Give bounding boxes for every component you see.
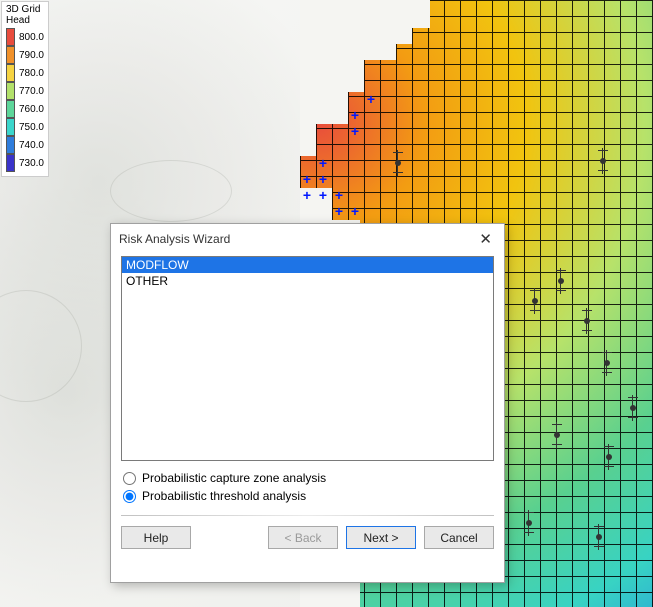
well-marker xyxy=(554,432,560,438)
legend-value: 740.0 xyxy=(19,140,44,151)
well-marker xyxy=(558,278,564,284)
boundary-plus-icon: + xyxy=(350,126,360,136)
legend-title: 3D Grid Head xyxy=(6,4,44,26)
next-button[interactable]: Next > xyxy=(346,526,416,549)
legend-row: 740.0 xyxy=(6,136,44,154)
well-marker xyxy=(606,454,612,460)
legend-value: 750.0 xyxy=(19,122,44,133)
dialog-title: Risk Analysis Wizard xyxy=(119,232,230,246)
legend-row: 730.0 xyxy=(6,154,44,172)
analysis-type-radiogroup: Probabilistic capture zone analysis Prob… xyxy=(123,471,492,503)
model-listbox[interactable]: MODFLOWOTHER xyxy=(121,256,494,461)
legend-value: 800.0 xyxy=(19,32,44,43)
separator xyxy=(121,515,494,516)
well-marker xyxy=(395,160,401,166)
help-button[interactable]: Help xyxy=(121,526,191,549)
well-marker xyxy=(532,298,538,304)
boundary-plus-icon: + xyxy=(318,174,328,184)
boundary-plus-icon: + xyxy=(334,190,344,200)
legend-swatch xyxy=(6,154,15,172)
boundary-plus-icon: + xyxy=(366,94,376,104)
legend-row: 800.0 xyxy=(6,28,44,46)
legend-swatch xyxy=(6,82,15,100)
risk-analysis-wizard-dialog: Risk Analysis Wizard ✕ MODFLOWOTHER Prob… xyxy=(110,223,505,583)
boundary-plus-icon: + xyxy=(334,206,344,216)
close-icon: ✕ xyxy=(479,231,492,248)
legend-row: 770.0 xyxy=(6,82,44,100)
legend-swatch xyxy=(6,28,15,46)
boundary-plus-icon: + xyxy=(350,206,360,216)
radio-threshold-input[interactable] xyxy=(123,490,136,503)
boundary-plus-icon: + xyxy=(302,190,312,200)
legend-swatch xyxy=(6,46,15,64)
radio-threshold-label: Probabilistic threshold analysis xyxy=(142,489,306,503)
well-marker xyxy=(596,534,602,540)
radio-capture-zone-label: Probabilistic capture zone analysis xyxy=(142,471,326,485)
boundary-plus-icon: + xyxy=(302,174,312,184)
listbox-option[interactable]: OTHER xyxy=(122,273,493,289)
back-button[interactable]: < Back xyxy=(268,526,338,549)
legend-value: 790.0 xyxy=(19,50,44,61)
radio-capture-zone-input[interactable] xyxy=(123,472,136,485)
well-marker xyxy=(604,360,610,366)
well-marker xyxy=(600,158,606,164)
legend-row: 780.0 xyxy=(6,64,44,82)
legend-swatch xyxy=(6,118,15,136)
well-marker xyxy=(526,520,532,526)
boundary-plus-icon: + xyxy=(318,158,328,168)
legend-value: 780.0 xyxy=(19,68,44,79)
radio-capture-zone[interactable]: Probabilistic capture zone analysis xyxy=(123,471,492,485)
legend-swatch xyxy=(6,64,15,82)
boundary-plus-icon: + xyxy=(350,110,360,120)
legend-row: 790.0 xyxy=(6,46,44,64)
legend-row: 750.0 xyxy=(6,118,44,136)
legend-row: 760.0 xyxy=(6,100,44,118)
legend: 3D Grid Head 800.0 790.0 780.0 770.0 760.0 75… xyxy=(1,1,49,177)
legend-swatch xyxy=(6,136,15,154)
legend-value: 760.0 xyxy=(19,104,44,115)
legend-swatch xyxy=(6,100,15,118)
well-marker xyxy=(584,318,590,324)
legend-value: 730.0 xyxy=(19,158,44,169)
cancel-button[interactable]: Cancel xyxy=(424,526,494,549)
boundary-plus-icon: + xyxy=(318,190,328,200)
well-marker xyxy=(630,405,636,411)
close-button[interactable]: ✕ xyxy=(475,230,496,248)
listbox-option[interactable]: MODFLOW xyxy=(122,257,493,273)
radio-threshold[interactable]: Probabilistic threshold analysis xyxy=(123,489,492,503)
legend-value: 770.0 xyxy=(19,86,44,97)
